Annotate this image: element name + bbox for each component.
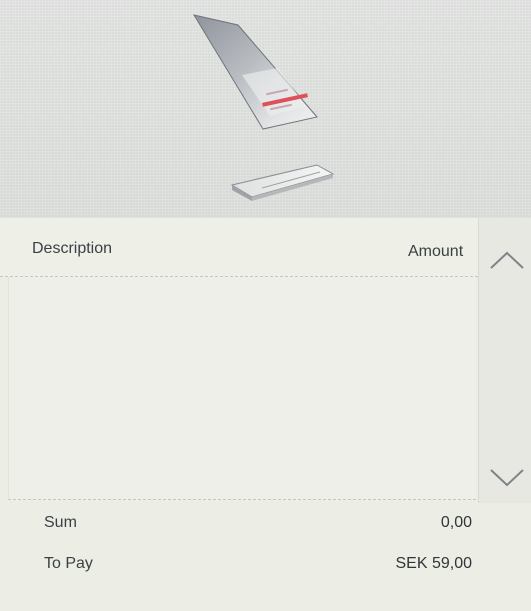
chevron-down-icon (490, 469, 524, 487)
amount-column-header: Amount (408, 243, 464, 260)
scroll-up-button[interactable] (483, 238, 531, 282)
scroll-down-button[interactable] (483, 456, 531, 500)
scrollbar[interactable] (478, 218, 531, 503)
receipt-item-list (8, 277, 476, 500)
card-insert-graphic (192, 14, 335, 201)
card-insert-illustration (180, 0, 360, 215)
table-header: Description Amount (0, 218, 478, 277)
to-pay-value: SEK 59,00 (395, 555, 473, 572)
sum-value: 0,00 (440, 514, 472, 531)
to-pay-row: To Pay SEK 59,00 (0, 555, 478, 585)
description-column-header: Description (32, 240, 113, 257)
payment-screen: Description Amount Sum 0,00 To Pay SEK 5… (0, 0, 531, 611)
sum-row: Sum 0,00 (0, 514, 478, 544)
sum-label: Sum (44, 514, 77, 531)
payment-card-shape (192, 14, 318, 130)
to-pay-label: To Pay (44, 555, 93, 572)
totals-section: Sum 0,00 To Pay SEK 59,00 (0, 503, 478, 611)
chevron-up-icon (490, 251, 524, 269)
receipt-panel: Description Amount Sum 0,00 To Pay SEK 5… (0, 218, 531, 611)
